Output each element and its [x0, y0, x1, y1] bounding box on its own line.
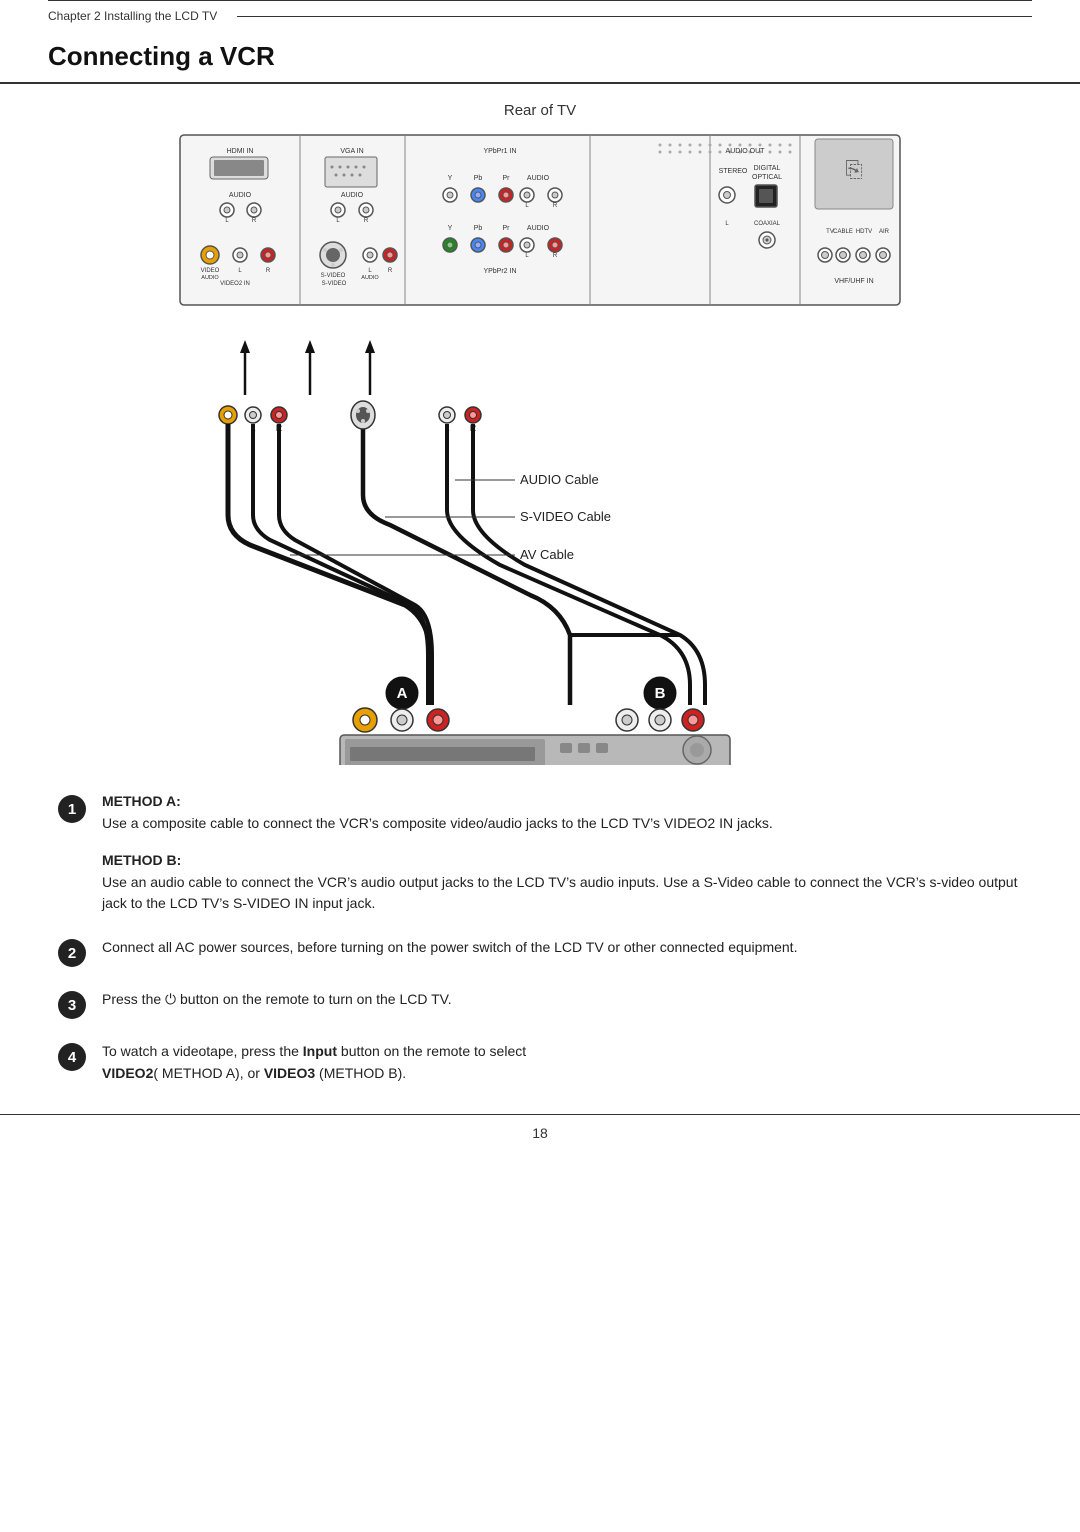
- diagram-container: Rear of TV: [48, 102, 1032, 765]
- svg-text:Pr: Pr: [503, 175, 511, 182]
- svg-text:YPbPr2 IN: YPbPr2 IN: [483, 268, 516, 275]
- svg-text:S-VIDEO: S-VIDEO: [322, 281, 347, 287]
- page-number: 18: [532, 1125, 548, 1141]
- step-4-row: 4 To watch a videotape, press the Input …: [58, 1041, 1022, 1084]
- svg-text:AUDIO: AUDIO: [527, 175, 550, 182]
- cable-diagram-svg: L R L R: [170, 335, 910, 765]
- rear-tv-label: Rear of TV: [48, 102, 1032, 119]
- step-4-number: 4: [58, 1043, 86, 1071]
- svg-text:VIDEO2 IN: VIDEO2 IN: [220, 281, 250, 287]
- svg-text:R: R: [553, 203, 558, 209]
- svg-text:AV Cable: AV Cable: [520, 547, 574, 562]
- svg-text:AUDIO OUT: AUDIO OUT: [726, 148, 766, 155]
- svg-text:STEREO: STEREO: [719, 168, 748, 175]
- svg-text:AIR: AIR: [879, 229, 890, 235]
- svg-text:R: R: [388, 268, 393, 274]
- svg-text:S-VIDEO: S-VIDEO: [321, 273, 346, 279]
- svg-text:Pr: Pr: [503, 225, 511, 232]
- svg-text:Pb: Pb: [474, 175, 483, 182]
- svg-text:Pb: Pb: [474, 225, 483, 232]
- method-a-text: Use a composite cable to connect the VCR…: [102, 813, 1022, 835]
- step-3-text: Press the ⏻ button on the remote to turn…: [102, 989, 1022, 1011]
- page-title: Connecting a VCR: [48, 41, 275, 71]
- svg-text:S-VIDEO Cable: S-VIDEO Cable: [520, 509, 611, 524]
- step-2-content: Connect all AC power sources, before tur…: [102, 937, 1022, 959]
- step-4-content: To watch a videotape, press the Input bu…: [102, 1041, 1022, 1084]
- method-b-label: METHOD B:: [102, 852, 1022, 868]
- chapter-label: Chapter 2 Installing the LCD TV: [48, 9, 217, 23]
- step-2-number: 2: [58, 939, 86, 967]
- method-a-label: METHOD A:: [102, 793, 1022, 809]
- power-icon: ⏻: [165, 991, 176, 1007]
- svg-text:R: R: [266, 268, 271, 274]
- svg-text:HDTV: HDTV: [856, 229, 872, 235]
- bottom-rule: 18: [0, 1114, 1080, 1141]
- tv-panel-svg: ⎘ HDMI IN AUDIO L R VGA IN: [170, 125, 910, 335]
- svg-text:AUDIO: AUDIO: [229, 192, 252, 199]
- svg-text:R: R: [364, 218, 369, 224]
- svg-text:OPTICAL: OPTICAL: [752, 174, 782, 181]
- svg-text:VGA IN: VGA IN: [340, 148, 363, 155]
- svg-text:R: R: [252, 218, 257, 224]
- svg-text:AUDIO: AUDIO: [527, 225, 550, 232]
- page-title-section: Connecting a VCR: [0, 23, 1080, 84]
- svg-text:VHF/UHF IN: VHF/UHF IN: [834, 278, 873, 285]
- svg-text:A: A: [397, 685, 408, 702]
- svg-text:AUDIO Cable: AUDIO Cable: [520, 472, 599, 487]
- step-2-row: 2 Connect all AC power sources, before t…: [58, 937, 1022, 967]
- header-rule: [237, 16, 1032, 17]
- step-3-content: Press the ⏻ button on the remote to turn…: [102, 989, 1022, 1011]
- main-content: Rear of TV: [0, 102, 1080, 1084]
- svg-text:AUDIO: AUDIO: [201, 275, 219, 281]
- svg-text:B: B: [655, 685, 666, 702]
- steps-section: 1 METHOD A: Use a composite cable to con…: [48, 793, 1032, 1084]
- step-1-number: 1: [58, 795, 86, 823]
- svg-text:Y: Y: [448, 175, 453, 182]
- step-2-text: Connect all AC power sources, before tur…: [102, 937, 1022, 959]
- step-4-text: To watch a videotape, press the Input bu…: [102, 1041, 1022, 1084]
- step-3-number: 3: [58, 991, 86, 1019]
- step-1-content: METHOD A: Use a composite cable to conne…: [102, 793, 1022, 915]
- svg-text:⎘: ⎘: [845, 157, 863, 182]
- svg-text:YPbPr1 IN: YPbPr1 IN: [483, 148, 516, 155]
- chapter-header: Chapter 2 Installing the LCD TV: [48, 0, 1032, 23]
- step-3-row: 3 Press the ⏻ button on the remote to tu…: [58, 989, 1022, 1019]
- svg-text:Y: Y: [448, 225, 453, 232]
- svg-text:HDMI IN: HDMI IN: [227, 148, 254, 155]
- svg-text:AUDIO: AUDIO: [341, 192, 364, 199]
- step-1-row: 1 METHOD A: Use a composite cable to con…: [58, 793, 1022, 915]
- svg-text:AUDIO: AUDIO: [361, 275, 379, 281]
- svg-text:COAXIAL: COAXIAL: [754, 221, 781, 227]
- svg-text:DIGITAL: DIGITAL: [754, 165, 781, 172]
- svg-text:VIDEO: VIDEO: [201, 268, 220, 274]
- svg-text:R: R: [553, 253, 558, 259]
- svg-text:CABLE: CABLE: [833, 229, 853, 235]
- method-b-text: Use an audio cable to connect the VCR’s …: [102, 872, 1022, 915]
